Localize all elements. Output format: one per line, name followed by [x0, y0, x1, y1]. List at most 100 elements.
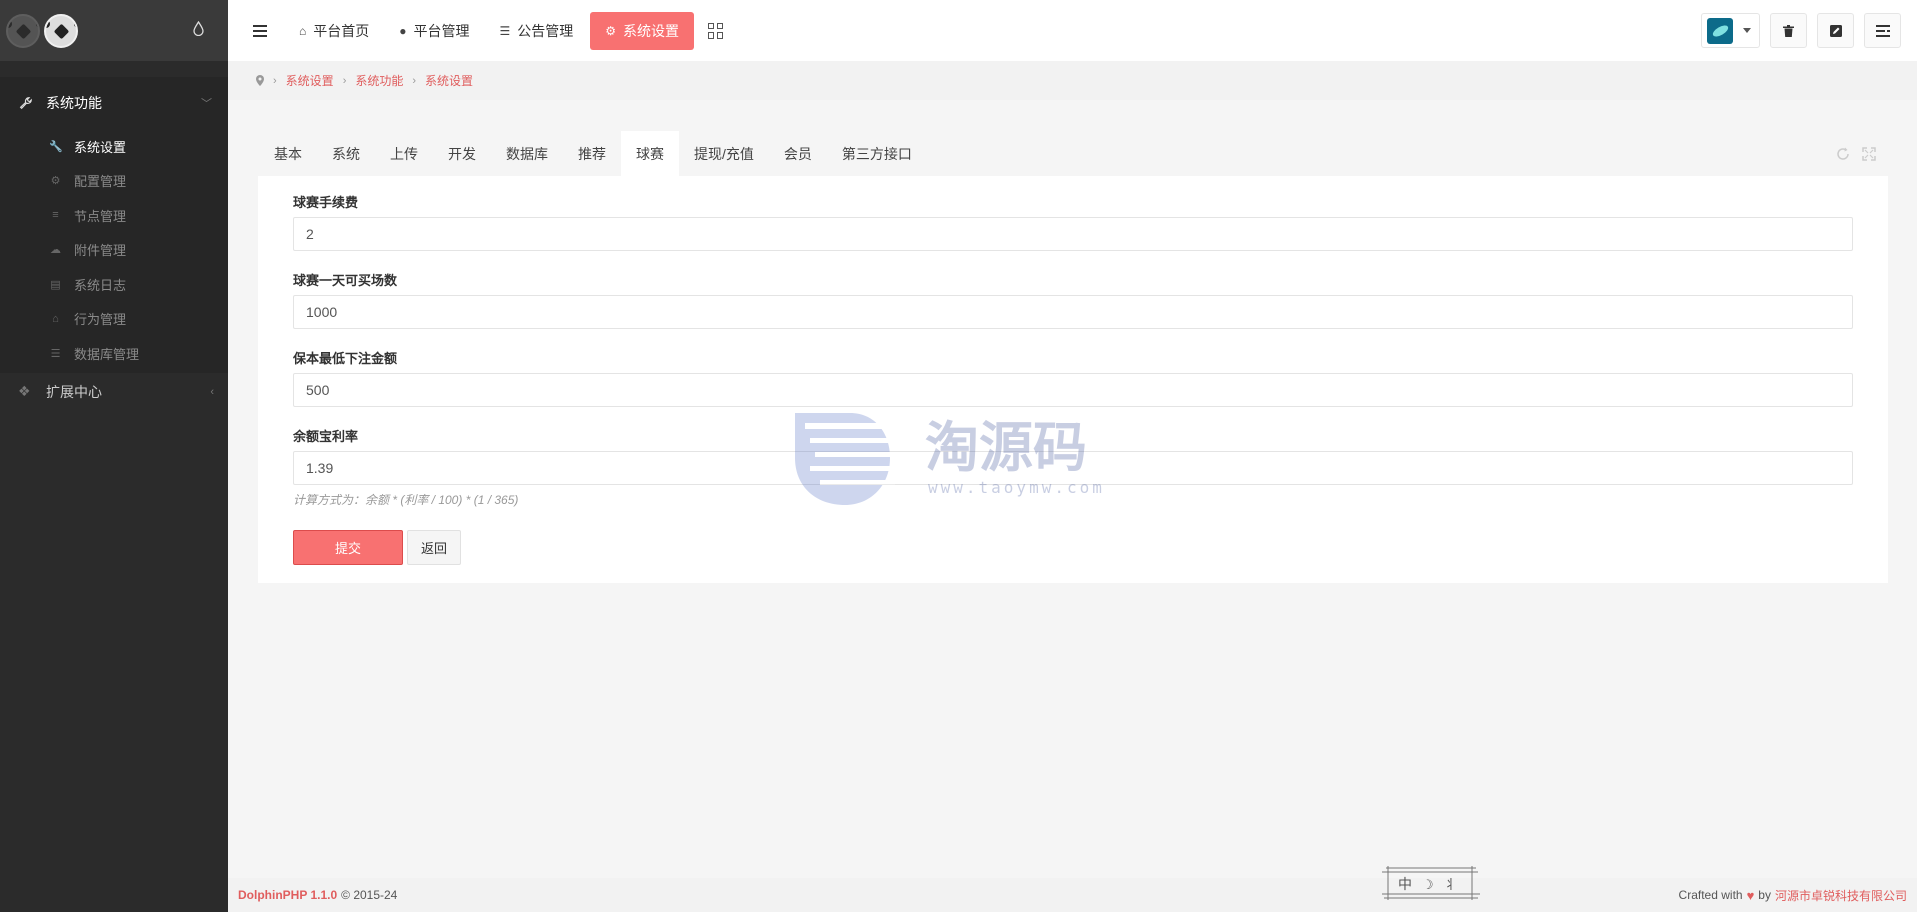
nav-label: 系统设置 — [623, 22, 680, 39]
nav-system-settings[interactable]: ⚙ 系统设置 — [590, 11, 695, 50]
sidebar-header — [0, 0, 228, 61]
home-icon: ⌂ — [299, 23, 307, 38]
sidebar-item-label: 系统设置 — [74, 139, 127, 155]
svg-text:☽: ☽ — [1422, 878, 1434, 893]
hamburger-icon — [253, 24, 267, 37]
back-button[interactable]: 返回 — [407, 530, 461, 565]
footer-credits: Crafted with ♥ by 河源市卓锐科技有限公司 — [1679, 887, 1907, 904]
breadcrumb: › 系统设置 › 系统功能 › 系统设置 — [228, 61, 1917, 100]
panel-tools — [1836, 131, 1888, 176]
form-group-daily-limit: 球赛一天可买场数 1000 — [293, 271, 1853, 329]
sidebar-item-label: 节点管理 — [74, 208, 127, 224]
chevron-down-icon: ﹀ — [201, 98, 212, 110]
footer: DolphinPHP 1.1.0 © 2015-24 Crafted with … — [228, 878, 1917, 912]
map-marker-icon — [256, 75, 264, 86]
top-right-tools — [1701, 13, 1901, 48]
footer-copyright: © 2015-24 — [341, 888, 398, 902]
nav-announcements[interactable]: ☰ 公告管理 — [485, 12, 589, 50]
form-group-interest-rate: 余额宝利率 1.39 计算方式为：余额 * (利率 / 100) * (1 / … — [293, 427, 1853, 508]
sidebar-item-label: 配置管理 — [74, 174, 127, 190]
sidebar-item-label: 附件管理 — [74, 243, 127, 259]
tab-develop[interactable]: 开发 — [433, 131, 491, 176]
submit-button[interactable]: 提交 — [293, 530, 403, 565]
sidebar-item-attachments[interactable]: ☁ 附件管理 — [0, 233, 228, 268]
apps-grid-icon[interactable] — [708, 22, 724, 39]
chevron-left-icon: ‹ — [210, 385, 214, 398]
wrench-icon — [19, 97, 32, 110]
settings-form: 球赛手续费 2 球赛一天可买场数 1000 保本最低下注金额 500 余额宝利率… — [258, 176, 1888, 565]
avatar — [1707, 17, 1733, 44]
field-label: 球赛一天可买场数 — [293, 273, 398, 288]
breadcrumb-item[interactable]: 系统设置 — [286, 72, 334, 89]
tab-member[interactable]: 会员 — [769, 131, 827, 176]
heart-icon: ♥ — [1746, 887, 1755, 903]
chevron-right-icon: › — [342, 74, 347, 87]
interest-rate-input[interactable]: 1.39 — [293, 451, 1853, 485]
cogs-icon: ⚙ — [50, 175, 61, 188]
footer-company-link[interactable]: 河源市卓锐科技有限公司 — [1775, 887, 1907, 904]
edit-icon — [1829, 24, 1842, 37]
database-icon: ☰ — [50, 347, 61, 360]
logo-icon[interactable] — [6, 13, 40, 48]
form-group-min-bet: 保本最低下注金额 500 — [293, 349, 1853, 407]
sidebar-menu-label: 扩展中心 — [46, 383, 102, 400]
caret-down-icon — [1743, 28, 1751, 33]
breadcrumb-item[interactable]: 系统设置 — [425, 72, 473, 89]
tab-withdraw-recharge[interactable]: 提现/充值 — [679, 131, 769, 176]
home-icon: ⌂ — [52, 312, 59, 325]
field-label: 保本最低下注金额 — [293, 351, 398, 366]
cloud-upload-icon: ☁ — [50, 244, 61, 257]
sidebar-submenu: 🔧 系统设置 ⚙ 配置管理 ≡ 节点管理 ☁ 附件管理 ▤ 系统日志 ⌂ 行为管… — [0, 129, 228, 373]
help-text: 计算方式为：余额 * (利率 / 100) * (1 / 365) — [293, 493, 519, 507]
sidebar-item-actions[interactable]: ⌂ 行为管理 — [0, 302, 228, 337]
svg-text:中: 中 — [1398, 877, 1412, 893]
min-bet-input[interactable]: 500 — [293, 373, 1853, 407]
tab-match[interactable]: 球赛 — [621, 131, 679, 176]
clear-cache-button[interactable] — [1770, 13, 1807, 48]
edit-profile-button[interactable] — [1817, 13, 1854, 48]
cubes-icon: ❖ — [18, 383, 31, 399]
theme-drop-icon[interactable] — [193, 21, 204, 36]
tab-system[interactable]: 系统 — [317, 131, 375, 176]
footer-brand-link[interactable]: DolphinPHP 1.1.0 — [238, 888, 337, 902]
sidebar-item-database[interactable]: ☰ 数据库管理 — [0, 336, 228, 371]
user-icon: ● — [399, 23, 407, 38]
form-actions: 提交 返回 — [293, 530, 1853, 565]
sidebar: 系统功能 ﹀ 🔧 系统设置 ⚙ 配置管理 ≡ 节点管理 ☁ 附件管理 ▤ 系统日… — [0, 0, 228, 912]
tab-third-party[interactable]: 第三方接口 — [827, 131, 927, 176]
settings-tabs: 基本 系统 上传 开发 数据库 推荐 球赛 提现/充值 会员 第三方接口 — [258, 131, 1888, 176]
nav-platform[interactable]: ● 平台管理 — [384, 12, 484, 50]
sidebar-toggle-button[interactable] — [236, 24, 284, 37]
sidebar-item-label: 系统日志 — [74, 277, 127, 293]
sidebar-menu-label: 系统功能 — [46, 95, 102, 111]
trash-icon — [1783, 24, 1794, 37]
match-fee-input[interactable]: 2 — [293, 217, 1853, 251]
nav-home[interactable]: ⌂ 平台首页 — [284, 12, 384, 50]
breadcrumb-item[interactable]: 系统功能 — [355, 72, 403, 89]
sidebar-menu-extensions[interactable]: ❖ 扩展中心 ‹ — [0, 373, 228, 411]
tab-database[interactable]: 数据库 — [491, 131, 563, 176]
footer-by: by — [1758, 888, 1771, 902]
sidebar-item-system-settings[interactable]: 🔧 系统设置 — [0, 129, 228, 164]
tab-basic[interactable]: 基本 — [258, 131, 317, 176]
sidebar-item-logs[interactable]: ▤ 系统日志 — [0, 267, 228, 302]
sidebar-menu-system[interactable]: 系统功能 ﹀ — [0, 77, 228, 129]
side-panel-button[interactable] — [1864, 13, 1901, 48]
nav-label: 公告管理 — [517, 22, 574, 39]
refresh-icon[interactable] — [1836, 147, 1850, 161]
logo-icon[interactable] — [44, 13, 78, 48]
user-menu-button[interactable] — [1701, 13, 1760, 48]
daily-matches-input[interactable]: 1000 — [293, 295, 1853, 329]
nav-label: 平台管理 — [413, 22, 470, 39]
tab-upload[interactable]: 上传 — [375, 131, 433, 176]
field-label: 球赛手续费 — [293, 195, 359, 210]
input-method-stamp-icon: 中 ☽ ⺦ — [1382, 866, 1480, 900]
chevron-right-icon: › — [273, 74, 277, 87]
fullscreen-icon[interactable] — [1862, 146, 1876, 161]
sidebar-item-nodes[interactable]: ≡ 节点管理 — [0, 198, 228, 233]
chevron-right-icon: › — [412, 74, 417, 87]
tab-recommend[interactable]: 推荐 — [563, 131, 621, 176]
nav-label: 平台首页 — [313, 22, 370, 39]
sidebar-item-config[interactable]: ⚙ 配置管理 — [0, 164, 228, 199]
book-icon: ▤ — [50, 278, 61, 291]
